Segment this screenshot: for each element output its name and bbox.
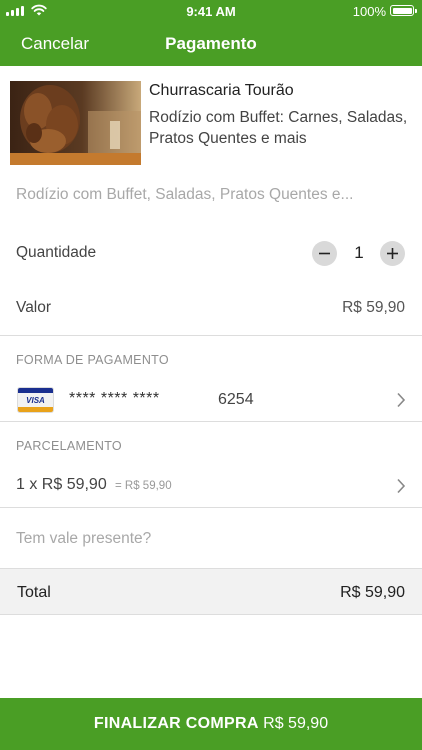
total-amount: R$ 59,90 (340, 584, 405, 601)
finalize-purchase-button[interactable]: FINALIZAR COMPRA R$ 59,90 (0, 698, 422, 750)
quantity-label: Quantidade (16, 244, 97, 261)
installment-option: 1 x R$ 59,90 (16, 476, 107, 493)
price-amount: R$ 59,90 (342, 299, 405, 316)
offer-description: Rodízio com Buffet, Saladas, Pratos Quen… (16, 186, 354, 203)
app-header: 9:41 AM 100% Cancelar Pagamento (0, 0, 422, 66)
battery-icon (390, 5, 417, 16)
plus-icon (387, 248, 398, 259)
card-number-mask: **** **** **** (69, 390, 160, 407)
decrease-quantity-button[interactable] (312, 241, 337, 266)
payment-section-title: FORMA DE PAGAMENTO (16, 353, 169, 367)
divider (0, 335, 422, 336)
installments-section-title: PARCELAMENTO (16, 439, 122, 453)
chevron-right-icon (397, 478, 406, 494)
visa-card-icon: VISA (17, 387, 54, 413)
card-last-digits: 6254 (218, 391, 254, 408)
cta-label: FINALIZAR COMPRA (93, 715, 259, 732)
increase-quantity-button[interactable] (380, 241, 405, 266)
installments-row[interactable]: 1 x R$ 59,90 = R$ 59,90 (0, 466, 422, 506)
battery-percent: 100% (352, 4, 386, 19)
cancel-button[interactable]: Cancelar (21, 34, 89, 54)
price-label: Valor (16, 299, 52, 316)
product-image (10, 81, 141, 165)
restaurant-name: Churrascaria Tourão (149, 82, 294, 99)
cta-amount: R$ 59,90 (263, 715, 329, 732)
chevron-right-icon (397, 392, 406, 408)
divider (0, 421, 422, 422)
total-label: Total (17, 584, 51, 601)
divider (0, 507, 422, 508)
payment-method-row[interactable]: VISA **** **** **** 6254 (0, 380, 422, 420)
total-bar: Total R$ 59,90 (0, 568, 422, 615)
status-bar: 9:41 AM 100% (0, 0, 422, 22)
gift-card-link[interactable]: Tem vale presente? (16, 530, 151, 548)
minus-icon (319, 252, 330, 255)
offer-title: Rodízio com Buffet: Carnes, Saladas, Pra… (149, 109, 408, 147)
quantity-value: 1 (354, 243, 364, 262)
installment-total: = R$ 59,90 (115, 480, 172, 492)
